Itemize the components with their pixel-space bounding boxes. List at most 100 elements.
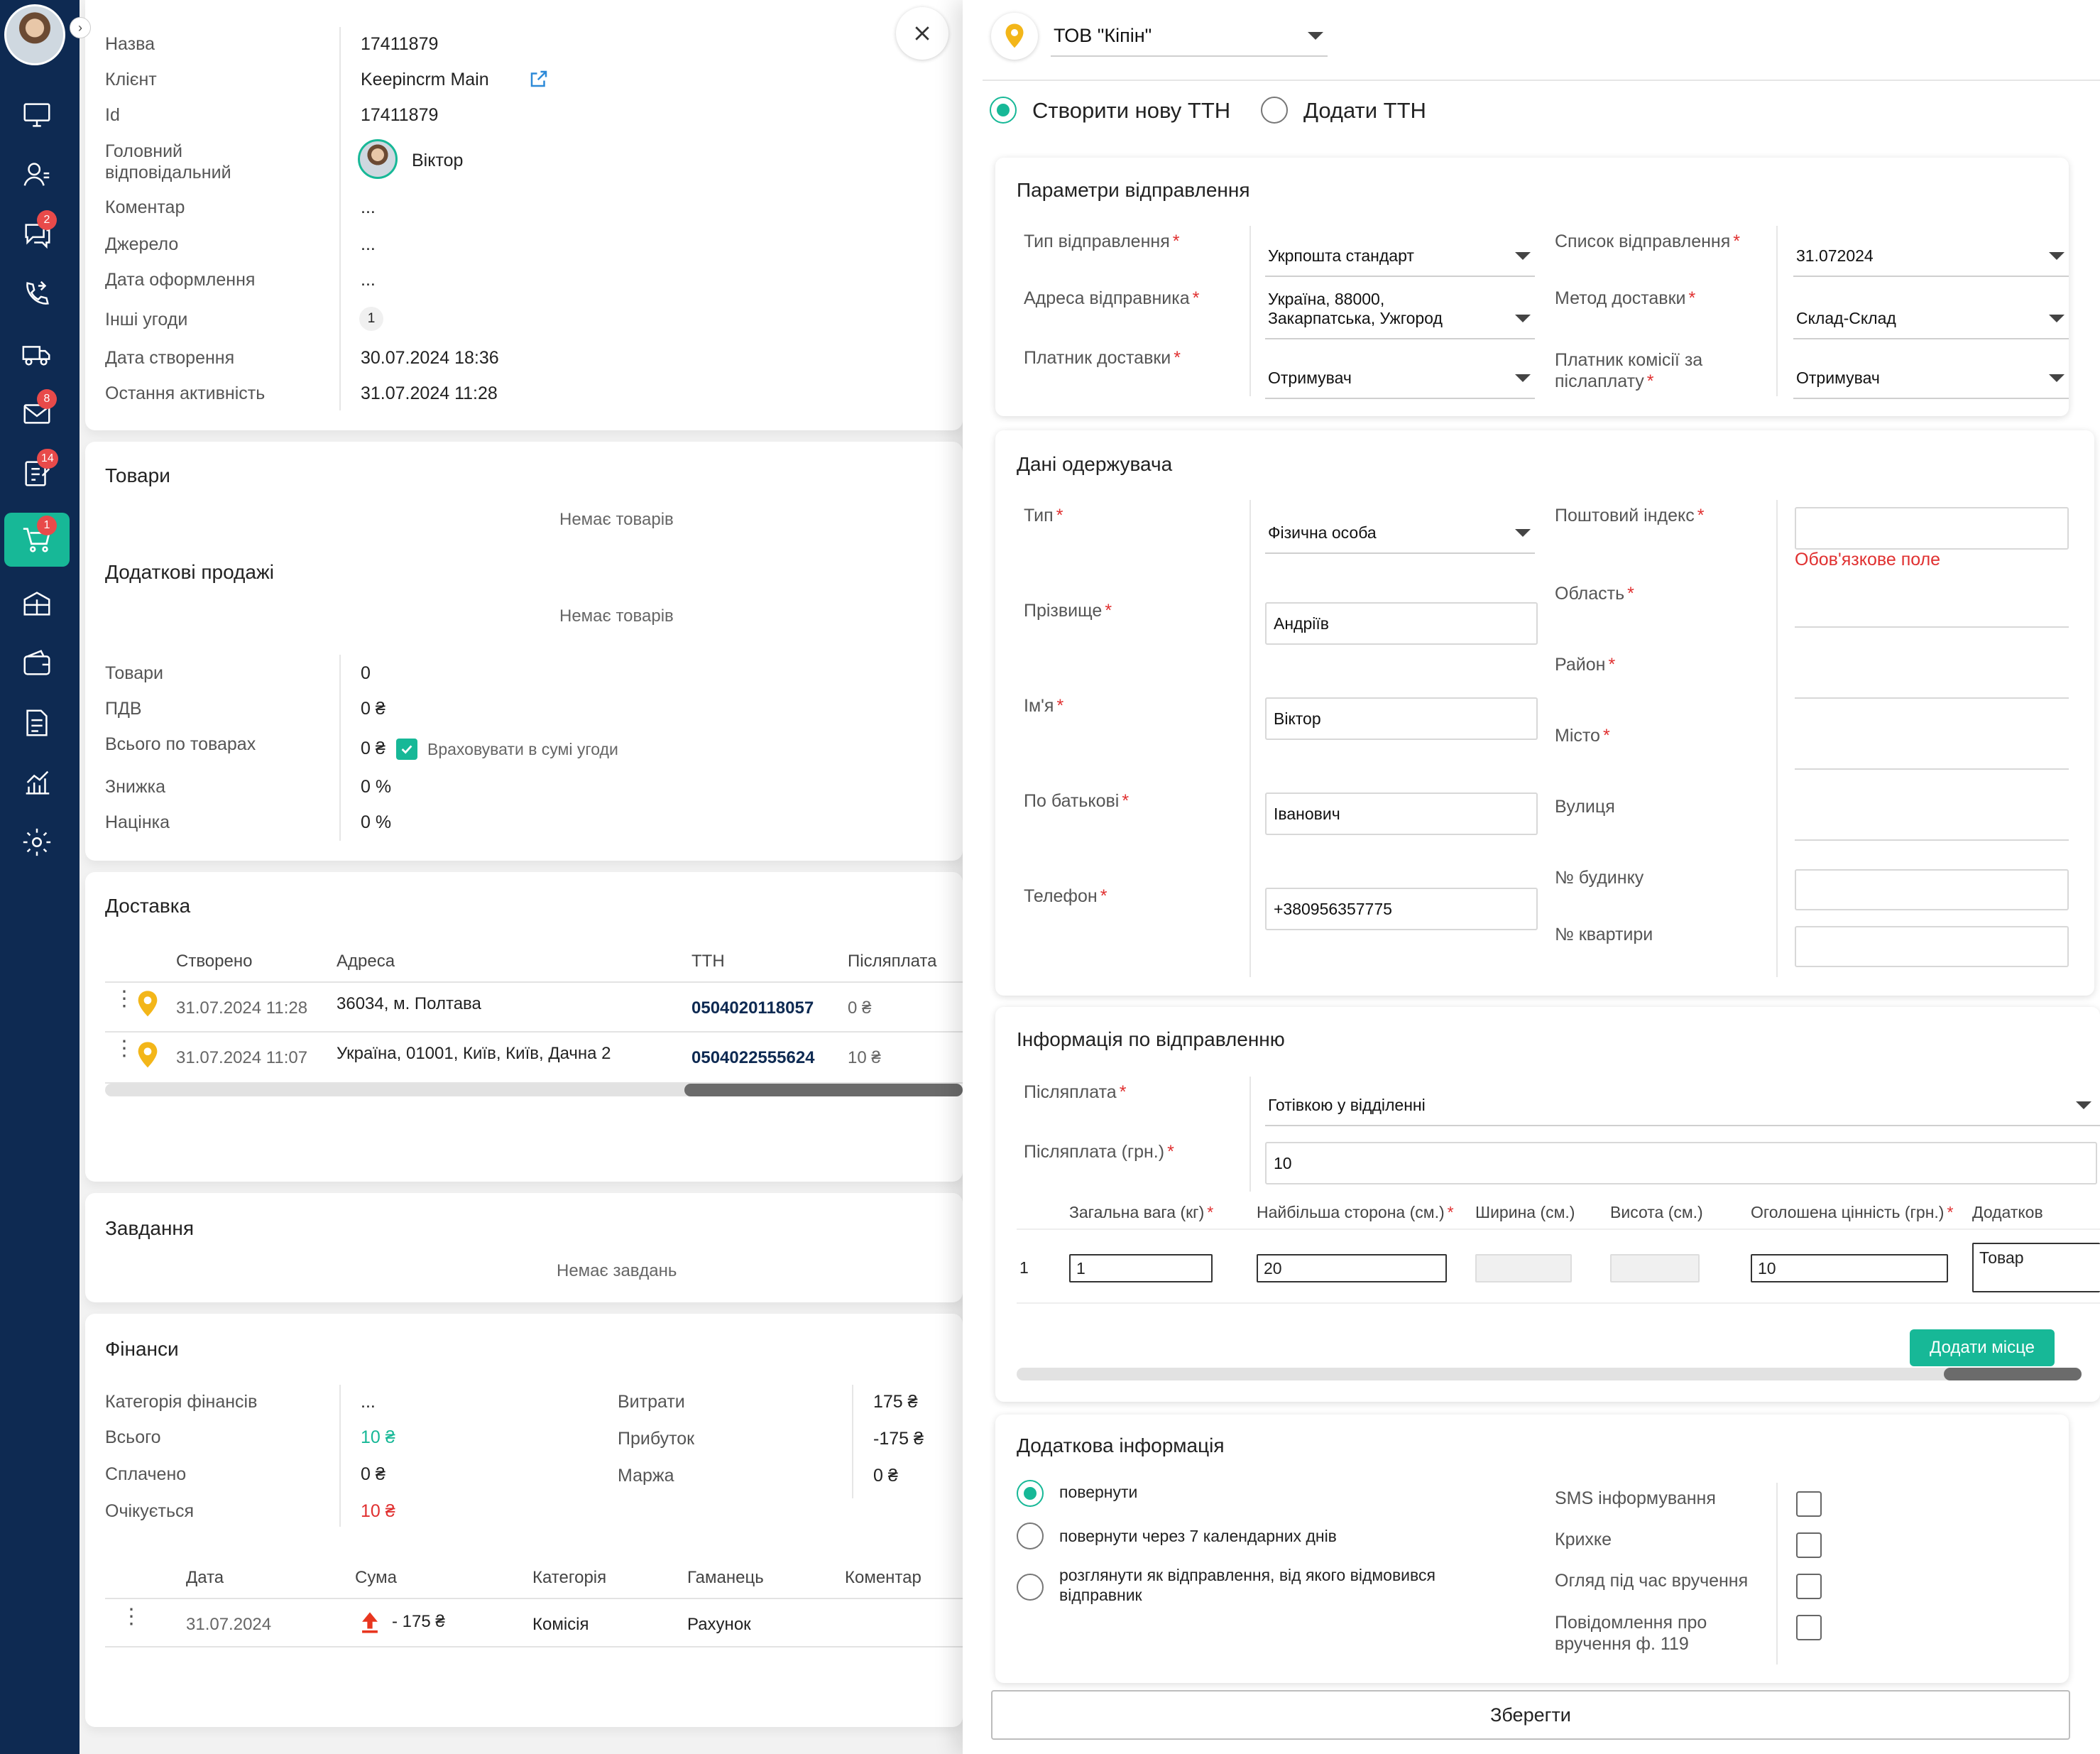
source-value[interactable]: ... (361, 234, 376, 255)
delivery-method-select[interactable]: Склад-Склад (1793, 283, 2069, 339)
row-menu-icon[interactable]: ⋮ (114, 1038, 135, 1060)
settings-gear-icon[interactable] (4, 815, 70, 869)
map-pin-icon (136, 990, 159, 1022)
width-input[interactable] (1475, 1254, 1572, 1282)
responsible-avatar (358, 139, 398, 179)
horizontal-scrollbar[interactable] (1017, 1368, 2082, 1380)
apartment-input[interactable] (1795, 926, 2069, 967)
close-icon[interactable] (896, 7, 948, 60)
tasks-title: Завдання (105, 1217, 195, 1239)
sidebar-toggle-chevron-icon[interactable]: › (70, 17, 91, 38)
cod-type-select[interactable]: Готівкою у відділенні (1265, 1077, 2100, 1126)
warehouse-icon[interactable] (4, 577, 70, 631)
horizontal-scrollbar[interactable] (105, 1084, 963, 1096)
order-date-value[interactable]: ... (361, 270, 376, 290)
delivery-ttn-link[interactable]: 0504022555624 (691, 1048, 815, 1068)
company-select[interactable]: ТОВ "Кіпін" (1051, 14, 1328, 57)
finance-label: Всього (105, 1427, 161, 1447)
phone-label: Телефон * (1024, 886, 1108, 906)
chevron-down-icon (1308, 32, 1323, 40)
col-longest-side: Найбільша сторона (см.) * (1257, 1203, 1454, 1221)
row-menu-icon[interactable]: ⋮ (114, 988, 135, 1010)
surname-label: Прізвище * (1024, 601, 1112, 621)
chevron-down-icon (1515, 374, 1531, 382)
documents-icon[interactable] (4, 696, 70, 750)
return-after-7-days-label[interactable]: повернути через 7 календарних днів (1059, 1527, 1337, 1546)
district-label: Район * (1555, 655, 1616, 675)
col-declared-value: Оголошена цінність (грн.) * (1751, 1203, 1954, 1221)
clients-icon[interactable] (4, 148, 70, 202)
add-place-button[interactable]: Додати місце (1910, 1329, 2055, 1366)
delivery-notice-checkbox[interactable] (1796, 1615, 1822, 1640)
declared-value-input[interactable]: 10 (1751, 1254, 1948, 1282)
sidebar: 2 8 14 1 (0, 0, 80, 1754)
return-option-radio[interactable] (1017, 1480, 1044, 1507)
finance-paid-value: 0 ₴ (361, 1464, 385, 1484)
finance-total-value: 10 ₴ (361, 1427, 395, 1447)
wallet-icon[interactable] (4, 636, 70, 690)
delivery-ttn-link[interactable]: 0504020118057 (691, 998, 814, 1018)
city-input[interactable] (1795, 768, 2069, 770)
first-name-input[interactable]: Віктор (1265, 697, 1538, 740)
return-option-label[interactable]: повернути (1059, 1483, 1137, 1502)
dashboard-icon[interactable] (4, 88, 70, 142)
refused-shipment-radio[interactable] (1017, 1574, 1044, 1601)
refused-shipment-label[interactable]: розглянути як відправлення, від якого ві… (1059, 1565, 1435, 1605)
weight-input[interactable]: 1 (1069, 1254, 1213, 1282)
row-menu-icon[interactable]: ⋮ (121, 1606, 142, 1628)
analytics-icon[interactable] (4, 756, 70, 810)
delivery-truck-icon[interactable] (4, 327, 70, 381)
patronymic-input[interactable]: Іванович (1265, 792, 1538, 835)
longest-side-input[interactable]: 20 (1257, 1254, 1447, 1282)
additional-textarea[interactable]: Товар (1972, 1243, 2100, 1292)
sender-address-select[interactable]: Україна, 88000, Закарпатська, Ужгород (1265, 283, 1535, 339)
other-deals-count[interactable]: 1 (359, 307, 383, 331)
delivery-payer-select[interactable]: Отримувач (1265, 345, 1535, 399)
save-button[interactable]: Зберегти (991, 1690, 2070, 1740)
tasks-card: Завдання Немає завдань (85, 1193, 963, 1302)
calls-icon[interactable] (4, 267, 70, 321)
house-input[interactable] (1795, 869, 2069, 910)
mode-add-label[interactable]: Додати ТТН (1303, 98, 1426, 124)
recipient-type-select[interactable]: Фізична особа (1265, 500, 1535, 554)
inspection-checkbox[interactable] (1796, 1574, 1822, 1599)
fragile-checkbox[interactable] (1796, 1532, 1822, 1558)
sms-checkbox[interactable] (1796, 1491, 1822, 1517)
comment-value[interactable]: ... (361, 197, 376, 218)
external-link-icon[interactable] (528, 68, 549, 93)
height-input[interactable] (1610, 1254, 1700, 1282)
surname-input[interactable]: Андріїв (1265, 602, 1538, 645)
include-in-deal-checkbox[interactable] (396, 739, 417, 760)
finance-card: Фінанси Категорія фінансів ... Всього 10… (85, 1314, 963, 1727)
col-category: Категорія (532, 1568, 607, 1587)
mode-new-radio[interactable] (990, 97, 1017, 124)
orders-cart-icon[interactable]: 1 (4, 513, 70, 567)
summary-label: Всього по товарах (105, 734, 256, 754)
cod-payer-select[interactable]: Отримувач (1793, 345, 2069, 399)
user-avatar[interactable] (4, 4, 65, 65)
field-label: Коментар (105, 197, 185, 217)
chats-icon[interactable]: 2 (4, 207, 70, 261)
region-input[interactable] (1795, 626, 2069, 628)
phone-input[interactable]: +380956357775 (1265, 888, 1538, 930)
shipment-type-select[interactable]: Укрпошта стандарт (1265, 226, 1535, 277)
tasks-icon[interactable]: 14 (4, 446, 70, 500)
chevron-down-icon (1515, 529, 1531, 537)
finance-category-value[interactable]: ... (361, 1392, 376, 1412)
finance-row-sum: - 175 ₴ (392, 1612, 445, 1631)
return-after-7-days-radio[interactable] (1017, 1523, 1044, 1549)
cod-amount-input[interactable]: 10 (1265, 1142, 2097, 1184)
district-input[interactable] (1795, 697, 2069, 699)
client-link[interactable]: Keepincrm Main (361, 70, 489, 90)
mail-icon[interactable]: 8 (4, 386, 70, 440)
finance-label: Витрати (618, 1392, 685, 1412)
shipment-list-select[interactable]: 31.072024 (1793, 226, 2069, 277)
mode-add-radio[interactable] (1261, 97, 1288, 124)
mode-new-label[interactable]: Створити нову ТТН (1032, 98, 1230, 124)
responsible-name[interactable]: Віктор (412, 151, 463, 171)
zip-input[interactable] (1795, 507, 2069, 550)
street-input[interactable] (1795, 839, 2069, 841)
summary-value: 0 ₴ (361, 699, 385, 719)
delivery-card: Доставка Створено Адреса ТТН Післяплата … (85, 872, 963, 1182)
mail-badge: 8 (37, 389, 57, 409)
